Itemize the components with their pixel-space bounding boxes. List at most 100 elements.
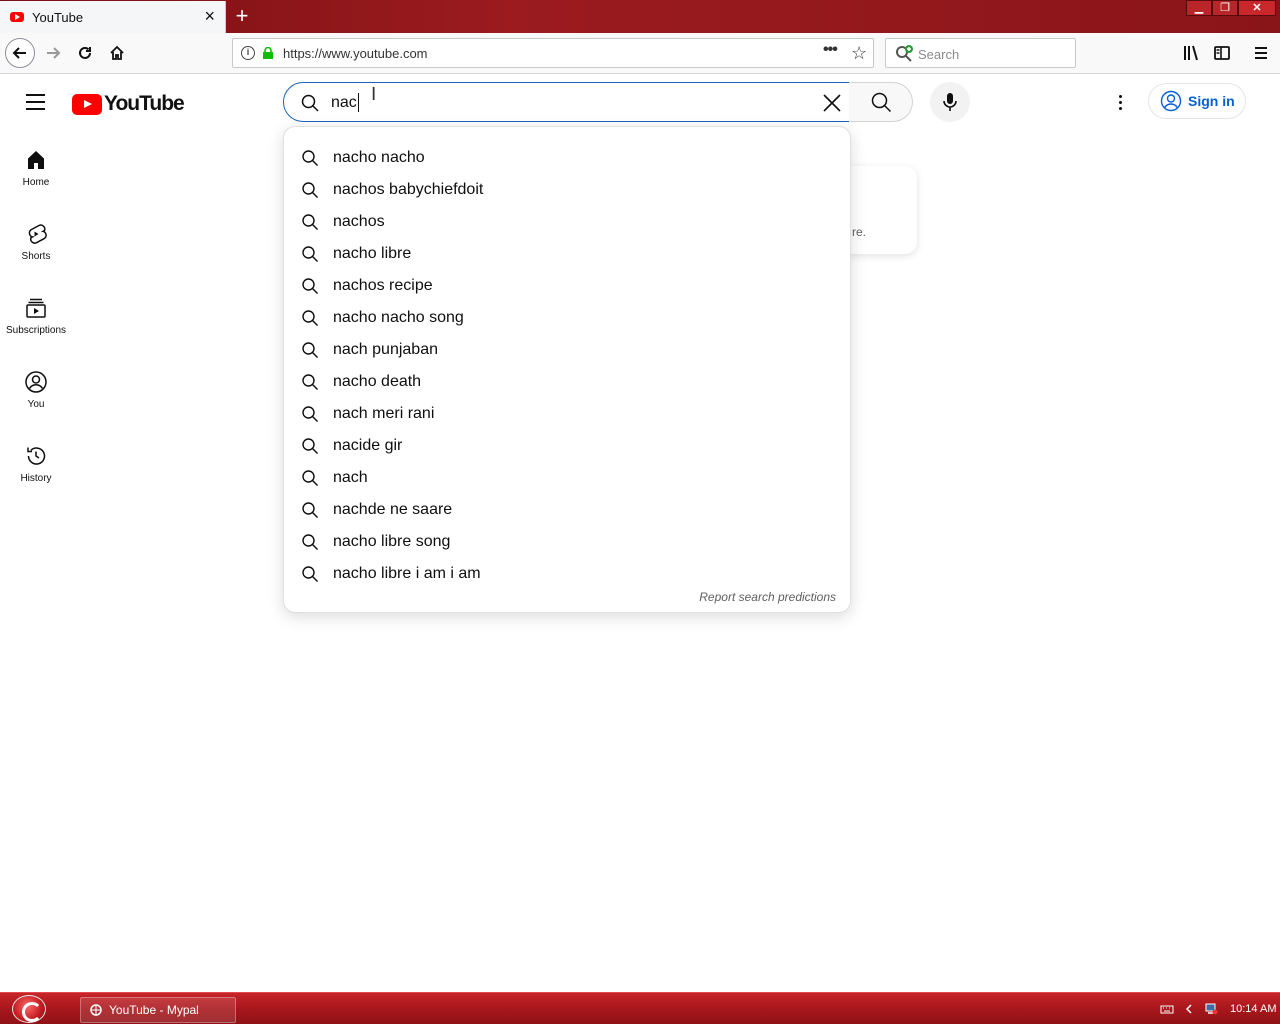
suggestion-text: nacho libre i am i am <box>333 565 481 582</box>
suggestion-item[interactable]: nach meri rani <box>284 398 850 430</box>
suggestion-text: nacho libre song <box>333 533 451 550</box>
suggestion-text: nacho libre <box>333 245 412 262</box>
suggestion-text: nacho nacho song <box>333 309 464 326</box>
suggestion-item[interactable]: nachos <box>284 206 850 238</box>
keyboard-icon[interactable] <box>1160 1003 1174 1015</box>
text-caret <box>358 93 359 112</box>
youtube-header: YouTube nac Sign in <box>0 74 1280 130</box>
clear-search-icon[interactable] <box>822 93 842 113</box>
browser-tab-youtube[interactable]: YouTube × <box>0 1 226 33</box>
suggestion-item[interactable]: nachos babychiefdoit <box>284 174 850 206</box>
back-button[interactable] <box>5 38 35 68</box>
window-minimize-button[interactable]: ▁ <box>1186 0 1212 16</box>
suggestion-text: nachde ne saare <box>333 501 453 518</box>
guide-item-shorts[interactable]: Shorts <box>0 204 72 274</box>
search-engine-icon <box>896 45 913 62</box>
library-button[interactable] <box>1180 42 1202 64</box>
suggestion-item[interactable]: nach <box>284 462 850 494</box>
youtube-logo-text: YouTube <box>104 92 185 115</box>
sidebar-toggle-button[interactable] <box>1211 42 1233 64</box>
search-icon <box>301 213 319 231</box>
settings-more-button[interactable] <box>1108 90 1132 114</box>
microphone-icon <box>943 93 957 111</box>
system-tray: 10:14 AM <box>1160 993 1276 1024</box>
guide-item-you[interactable]: You <box>0 352 72 422</box>
lock-icon <box>263 47 273 59</box>
guide-item-home[interactable]: Home <box>0 130 72 200</box>
report-search-predictions-link[interactable]: Report search predictions <box>699 590 836 604</box>
search-query-text[interactable]: nac <box>331 94 357 112</box>
search-icon <box>301 149 319 167</box>
forward-button[interactable] <box>38 38 68 68</box>
taskbar-app-label: YouTube - Mypal <box>109 1003 199 1017</box>
suggestion-text: nacide gir <box>333 437 403 454</box>
menu-line <box>26 94 45 96</box>
sign-in-label: Sign in <box>1188 93 1235 109</box>
search-icon <box>301 469 319 487</box>
guide-label: Subscriptions <box>5 325 67 336</box>
youtube-search-input[interactable]: nac <box>283 82 850 122</box>
suggestion-item[interactable]: nacho libre i am i am <box>284 558 850 590</box>
youtube-search-button[interactable] <box>849 82 913 122</box>
chevron-left-icon[interactable] <box>1182 1003 1196 1015</box>
suggestion-item[interactable]: nacho nacho <box>284 142 850 174</box>
browser-search-field[interactable]: Search <box>885 38 1076 68</box>
browser-titlebar: YouTube × + ▁ ❐ ✕ <box>0 0 1280 33</box>
shorts-icon <box>24 222 48 246</box>
window-maximize-button[interactable]: ❐ <box>1212 0 1238 16</box>
suggestion-text: nach punjaban <box>333 341 438 358</box>
search-icon <box>301 341 319 359</box>
reload-button[interactable] <box>70 38 100 68</box>
dot <box>1118 100 1122 104</box>
page-actions-icon[interactable]: ••• <box>823 41 838 59</box>
youtube-logo[interactable]: YouTube <box>72 92 185 116</box>
bookmark-star-icon[interactable]: ☆ <box>851 43 867 64</box>
search-icon <box>301 245 319 263</box>
suggestion-item[interactable]: nacho death <box>284 366 850 398</box>
search-icon <box>301 277 319 295</box>
guide-label: History <box>20 473 52 484</box>
voice-search-button[interactable] <box>930 82 970 122</box>
taskbar-app-button[interactable]: YouTube - Mypal <box>80 997 236 1023</box>
search-icon <box>301 501 319 519</box>
guide-label: Shorts <box>21 251 51 262</box>
site-info-icon[interactable]: i <box>241 46 255 60</box>
suggestion-text: nacho death <box>333 373 422 390</box>
suggestion-item[interactable]: nach punjaban <box>284 334 850 366</box>
subscriptions-icon <box>24 296 48 320</box>
tab-title: YouTube <box>32 9 84 25</box>
guide-item-subscriptions[interactable]: Subscriptions <box>0 278 72 348</box>
suggestion-item[interactable]: nacide gir <box>284 430 850 462</box>
reload-icon <box>79 46 91 59</box>
mypal-app-icon <box>90 1004 102 1016</box>
sign-in-button[interactable]: Sign in <box>1148 83 1246 119</box>
browser-menu-button[interactable] <box>1250 42 1272 64</box>
url-text[interactable]: https://www.youtube.com <box>283 46 428 61</box>
search-icon <box>301 309 319 327</box>
arrow-left-icon <box>12 47 26 59</box>
guide-item-history[interactable]: History <box>0 426 72 496</box>
new-tab-button[interactable]: + <box>232 4 252 28</box>
tab-close-icon[interactable]: × <box>204 7 215 25</box>
guide-menu-button[interactable] <box>24 90 48 114</box>
youtube-favicon-icon <box>10 12 24 22</box>
guide-label: Home <box>22 177 50 188</box>
search-icon <box>301 437 319 455</box>
suggestion-item[interactable]: nacho libre song <box>284 526 850 558</box>
library-icon <box>1184 45 1198 61</box>
window-close-button[interactable]: ✕ <box>1238 0 1276 16</box>
taskbar-clock[interactable]: 10:14 AM <box>1230 1003 1276 1015</box>
suggestion-item[interactable]: nacho nacho song <box>284 302 850 334</box>
history-icon <box>24 444 48 468</box>
suggestion-text: nach meri rani <box>333 405 435 422</box>
suggestion-item[interactable]: nachos recipe <box>284 270 850 302</box>
suggestion-item[interactable]: nachde ne saare <box>284 494 850 526</box>
suggestion-text: nachos babychiefdoit <box>333 181 484 198</box>
suggestion-item[interactable]: nacho libre <box>284 238 850 270</box>
network-icon[interactable] <box>1204 1003 1218 1015</box>
start-button[interactable] <box>12 995 46 1023</box>
dot <box>1118 106 1122 110</box>
menu-line <box>26 101 45 103</box>
address-bar[interactable]: i https://www.youtube.com ••• ☆ <box>232 38 874 68</box>
home-button[interactable] <box>102 38 132 68</box>
